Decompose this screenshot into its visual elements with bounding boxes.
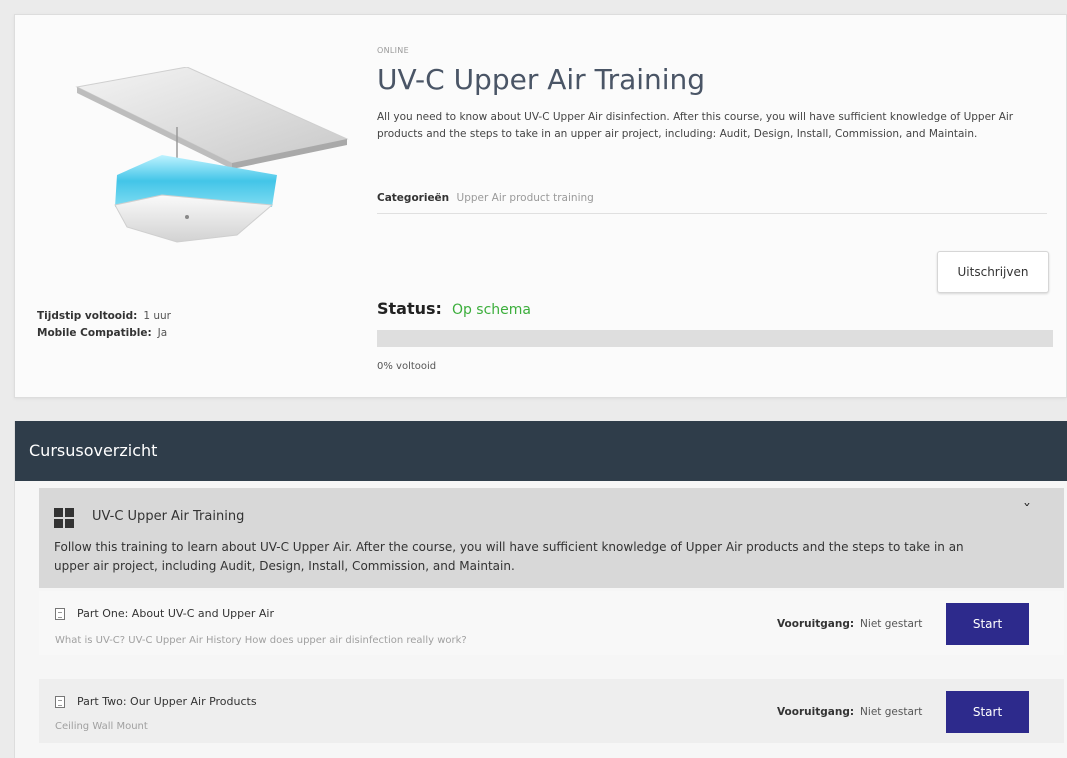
module-panel[interactable]: UV-C Upper Air Training ˅ Follow this tr… (39, 488, 1064, 588)
lesson-title[interactable]: Part One: About UV-C and Upper Air (77, 607, 274, 620)
categories: Categorieën Upper Air product training (377, 192, 594, 204)
mobile-compatible-value: Ja (157, 327, 168, 339)
lesson-progress: Vooruitgang: Niet gestart (777, 618, 922, 630)
course-type-badge: ONLINE (377, 46, 409, 55)
lesson-title[interactable]: Part Two: Our Upper Air Products (77, 695, 257, 708)
completion-time-row: Tijdstip voltooid: 1 uur (37, 308, 171, 325)
start-button[interactable]: Start (946, 691, 1029, 733)
progress-text: 0% voltooid (377, 361, 437, 372)
unenroll-button[interactable]: Uitschrijven (937, 251, 1049, 293)
category-link[interactable]: Upper Air product training (457, 192, 594, 204)
course-status: Status: Op schema (377, 299, 531, 318)
lesson-progress-label: Vooruitgang: (777, 706, 855, 718)
course-description: All you need to know about UV-C Upper Ai… (377, 111, 1014, 140)
course-overview-header: Cursusoverzicht (15, 421, 1067, 481)
divider (377, 213, 1047, 214)
course-overview: Cursusoverzicht UV-C Upper Air Training … (14, 421, 1067, 758)
lesson-progress: Vooruitgang: Niet gestart (777, 706, 922, 718)
lesson-progress-value: Niet gestart (860, 706, 923, 718)
module-title: UV-C Upper Air Training (92, 509, 245, 524)
course-title: UV-C Upper Air Training (377, 63, 706, 96)
course-card: Tijdstip voltooid: 1 uur Mobile Compatibl… (14, 14, 1067, 398)
lesson-row: Part Two: Our Upper Air Products Ceiling… (39, 679, 1064, 743)
lesson-progress-value: Niet gestart (860, 618, 923, 630)
categories-label: Categorieën (377, 192, 450, 204)
progress-bar (377, 330, 1053, 347)
module-description: Follow this training to learn about UV-C… (54, 540, 964, 573)
start-button[interactable]: Start (946, 603, 1029, 645)
lesson-topics: What is UV-C? UV-C Upper Air History How… (55, 635, 467, 646)
status-label: Status: (377, 299, 442, 318)
lesson-row: Part One: About UV-C and Upper Air What … (39, 591, 1064, 655)
document-icon (55, 608, 65, 620)
grid-icon (54, 508, 74, 528)
mobile-compatible-label: Mobile Compatible: (37, 327, 152, 339)
course-meta: Tijdstip voltooid: 1 uur Mobile Compatibl… (37, 308, 171, 342)
status-value: Op schema (451, 302, 531, 318)
lesson-progress-label: Vooruitgang: (777, 618, 855, 630)
course-image (75, 67, 349, 243)
completion-time-value: 1 uur (143, 310, 171, 322)
lesson-topics: Ceiling Wall Mount (55, 721, 148, 732)
document-icon (55, 696, 65, 708)
mobile-compatible-row: Mobile Compatible: Ja (37, 325, 171, 342)
completion-time-label: Tijdstip voltooid: (37, 310, 138, 322)
chevron-down-icon[interactable]: ˅ (1023, 502, 1031, 516)
